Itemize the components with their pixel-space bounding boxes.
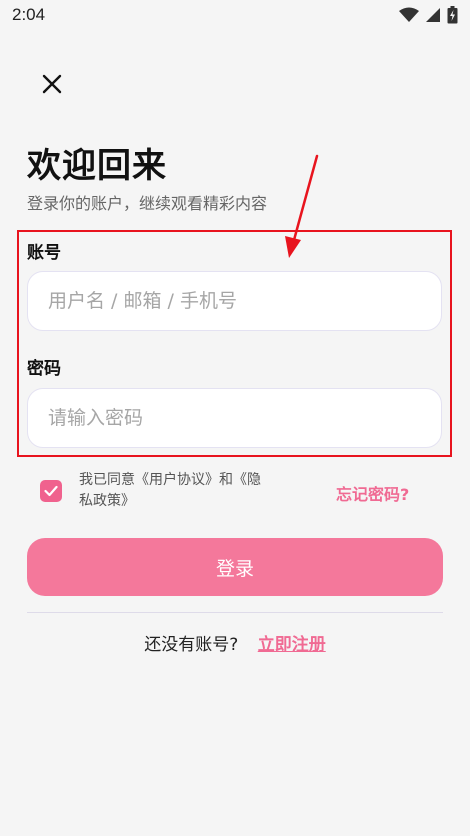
page-title: 欢迎回来: [27, 146, 167, 186]
agreement-checkbox[interactable]: [40, 480, 62, 502]
register-link[interactable]: 立即注册: [258, 635, 326, 655]
close-button[interactable]: [36, 68, 68, 100]
signal-icon: [426, 8, 440, 22]
agreement-text[interactable]: 我已同意《用户协议》和《隐私政策》: [79, 470, 269, 512]
checkmark-icon: [44, 485, 58, 497]
account-label: 账号: [27, 243, 61, 263]
login-button[interactable]: 登录: [27, 538, 443, 596]
divider: [27, 612, 443, 613]
page-subtitle: 登录你的账户，继续观看精彩内容: [27, 194, 268, 213]
register-prompt: 还没有账号?: [144, 635, 239, 655]
register-row: 还没有账号? 立即注册: [0, 630, 470, 655]
password-input[interactable]: [27, 388, 442, 448]
account-input[interactable]: [27, 271, 442, 331]
status-time: 2:04: [12, 5, 46, 24]
status-bar: 2:04: [0, 0, 470, 32]
status-icons: [399, 6, 458, 24]
wifi-icon: [399, 7, 419, 22]
close-icon: [42, 74, 62, 94]
forgot-password-link[interactable]: 忘记密码?: [336, 481, 409, 505]
password-label: 密码: [27, 359, 61, 379]
battery-icon: [447, 6, 458, 24]
